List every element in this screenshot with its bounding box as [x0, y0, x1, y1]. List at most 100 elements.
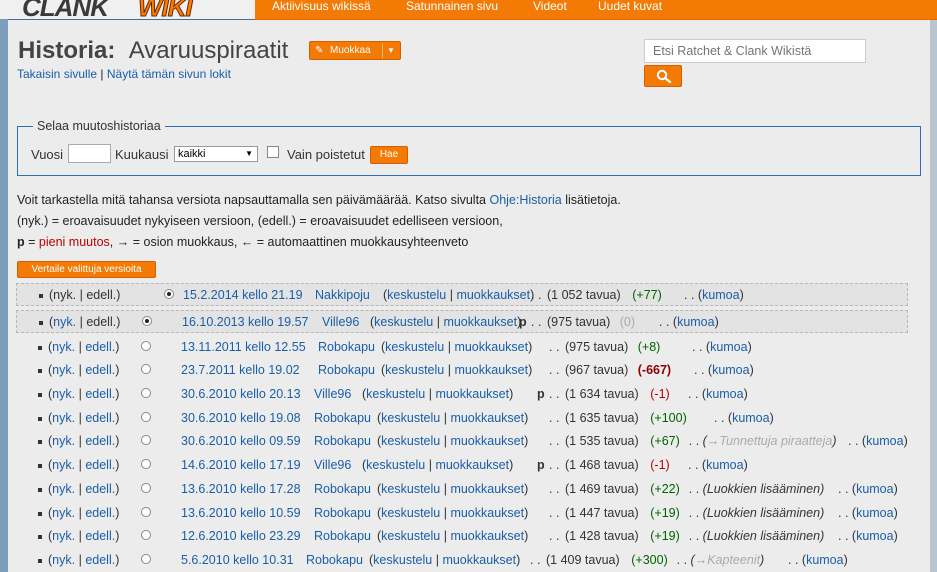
revision-date-link[interactable]: 13.6.2010 kello 10.59	[181, 506, 301, 520]
user-talk-link[interactable]: keskustelu	[366, 387, 425, 401]
user-contribs-link[interactable]: muokkaukset	[450, 506, 524, 520]
user-contribs-link[interactable]: muokkaukset	[454, 363, 528, 377]
undo-link[interactable]: kumoa	[732, 411, 770, 425]
diff-previous-link[interactable]: edell.	[85, 387, 115, 401]
user-contribs-link[interactable]: muokkaukset	[450, 411, 524, 425]
edit-button[interactable]: ✎ Muokkaa ▼	[309, 41, 401, 60]
deleted-only-checkbox[interactable]	[267, 146, 279, 158]
diff-previous-link[interactable]: edell.	[85, 482, 115, 496]
diff-current-link[interactable]: nyk.	[53, 315, 76, 329]
diff-current-link[interactable]: nyk.	[52, 553, 75, 567]
diff-previous-link[interactable]: edell.	[85, 434, 115, 448]
diff-current-link[interactable]: nyk.	[52, 529, 75, 543]
diff-current-link[interactable]: nyk.	[52, 340, 75, 354]
undo-link[interactable]: kumoa	[856, 506, 894, 520]
user-contribs-link[interactable]: muokkaukset	[442, 553, 516, 567]
user-talk-link[interactable]: keskustelu	[381, 411, 440, 425]
undo-link[interactable]: kumoa	[866, 434, 904, 448]
go-button[interactable]: Hae	[370, 146, 408, 164]
month-select[interactable]: kaikki ▼	[174, 146, 258, 162]
user-link[interactable]: Robokapu	[314, 434, 371, 448]
user-talk-link[interactable]: keskustelu	[385, 340, 444, 354]
undo-link[interactable]: kumoa	[856, 482, 894, 496]
compare-to-radio[interactable]	[141, 530, 151, 540]
year-input[interactable]	[68, 144, 111, 163]
help-history-link[interactable]: Ohje:Historia	[490, 193, 562, 207]
nav-videos[interactable]: Videot	[533, 0, 567, 13]
undo-link[interactable]: kumoa	[710, 340, 748, 354]
user-contribs-link[interactable]: muokkaukset	[435, 387, 509, 401]
user-contribs-link[interactable]: muokkaukset	[443, 315, 517, 329]
undo-link[interactable]: kumoa	[677, 315, 715, 329]
undo-link[interactable]: kumoa	[856, 529, 894, 543]
user-link[interactable]: Robokapu	[318, 340, 375, 354]
nav-random-page[interactable]: Satunnainen sivu	[406, 0, 498, 13]
nav-wiki-activity[interactable]: Aktiivisuus wikissä	[272, 0, 371, 13]
user-link[interactable]: Ville96	[314, 458, 351, 472]
diff-previous-link[interactable]: edell.	[85, 458, 115, 472]
revision-date-link[interactable]: 30.6.2010 kello 19.08	[181, 411, 301, 425]
user-contribs-link[interactable]: muokkaukset	[435, 458, 509, 472]
revision-date-link[interactable]: 16.10.2013 kello 19.57	[182, 315, 309, 329]
undo-link[interactable]: kumoa	[706, 387, 744, 401]
revision-date-link[interactable]: 15.2.2014 kello 21.19	[183, 288, 303, 302]
compare-to-radio[interactable]	[141, 459, 151, 469]
user-link[interactable]: Robokapu	[314, 506, 371, 520]
page-logs-link[interactable]: Näytä tämän sivun lokit	[107, 67, 231, 81]
diff-current-link[interactable]: nyk.	[52, 387, 75, 401]
undo-link[interactable]: kumoa	[706, 458, 744, 472]
compare-to-radio[interactable]	[141, 554, 151, 564]
nav-new-images[interactable]: Uudet kuvat	[598, 0, 662, 13]
user-contribs-link[interactable]: muokkaukset	[454, 340, 528, 354]
user-link[interactable]: Robokapu	[314, 411, 371, 425]
diff-previous-link[interactable]: edell.	[85, 340, 115, 354]
revision-date-link[interactable]: 13.6.2010 kello 17.28	[181, 482, 301, 496]
diff-previous-link[interactable]: edell.	[85, 363, 115, 377]
diff-previous-link[interactable]: edell.	[85, 553, 115, 567]
compare-to-radio[interactable]	[141, 507, 151, 517]
compare-to-radio[interactable]	[141, 412, 151, 422]
revision-date-link[interactable]: 30.6.2010 kello 09.59	[181, 434, 301, 448]
user-contribs-link[interactable]: muokkaukset	[456, 288, 530, 302]
diff-previous-link[interactable]: edell.	[85, 506, 115, 520]
undo-link[interactable]: kumoa	[806, 553, 844, 567]
user-talk-link[interactable]: keskustelu	[385, 363, 444, 377]
user-talk-link[interactable]: keskustelu	[387, 288, 446, 302]
revision-date-link[interactable]: 12.6.2010 kello 23.29	[181, 529, 301, 543]
diff-current-link[interactable]: nyk.	[52, 458, 75, 472]
diff-current-link[interactable]: nyk.	[52, 363, 75, 377]
user-link[interactable]: Nakkipoju	[315, 288, 370, 302]
user-link[interactable]: Ville96	[322, 315, 359, 329]
user-talk-link[interactable]: keskustelu	[373, 553, 432, 567]
user-link[interactable]: Robokapu	[314, 529, 371, 543]
undo-link[interactable]: kumoa	[702, 288, 740, 302]
user-link[interactable]: Robokapu	[314, 482, 371, 496]
revision-date-link[interactable]: 13.11.2011 kello 12.55	[181, 340, 306, 354]
search-button[interactable]	[644, 65, 682, 87]
search-input[interactable]	[644, 39, 866, 63]
user-contribs-link[interactable]: muokkaukset	[450, 529, 524, 543]
user-link[interactable]: Ville96	[314, 387, 351, 401]
compare-to-radio[interactable]	[141, 388, 151, 398]
compare-to-radio[interactable]	[141, 364, 151, 374]
user-link[interactable]: Robokapu	[306, 553, 363, 567]
minor-edit-link[interactable]: pieni muutos	[39, 235, 110, 249]
wiki-logo[interactable]: CLANK WIKI	[22, 0, 202, 23]
diff-current-link[interactable]: nyk.	[52, 482, 75, 496]
revision-date-link[interactable]: 14.6.2010 kello 17.19	[181, 458, 301, 472]
compare-to-radio[interactable]	[141, 341, 151, 351]
diff-previous-link[interactable]: edell.	[85, 411, 115, 425]
diff-current-link[interactable]: nyk.	[52, 506, 75, 520]
user-talk-link[interactable]: keskustelu	[381, 529, 440, 543]
undo-link[interactable]: kumoa	[712, 363, 750, 377]
user-talk-link[interactable]: keskustelu	[381, 506, 440, 520]
section-arrow[interactable]: →	[707, 434, 720, 448]
compare-from-radio[interactable]	[164, 289, 174, 299]
chevron-down-icon[interactable]: ▼	[387, 42, 395, 59]
user-contribs-link[interactable]: muokkaukset	[450, 482, 524, 496]
diff-current-link[interactable]: nyk.	[52, 434, 75, 448]
revision-date-link[interactable]: 30.6.2010 kello 20.13	[181, 387, 301, 401]
user-contribs-link[interactable]: muokkaukset	[450, 434, 524, 448]
compare-to-radio[interactable]	[142, 316, 152, 326]
compare-versions-button[interactable]: Vertaile valittuja versioita	[17, 261, 156, 278]
